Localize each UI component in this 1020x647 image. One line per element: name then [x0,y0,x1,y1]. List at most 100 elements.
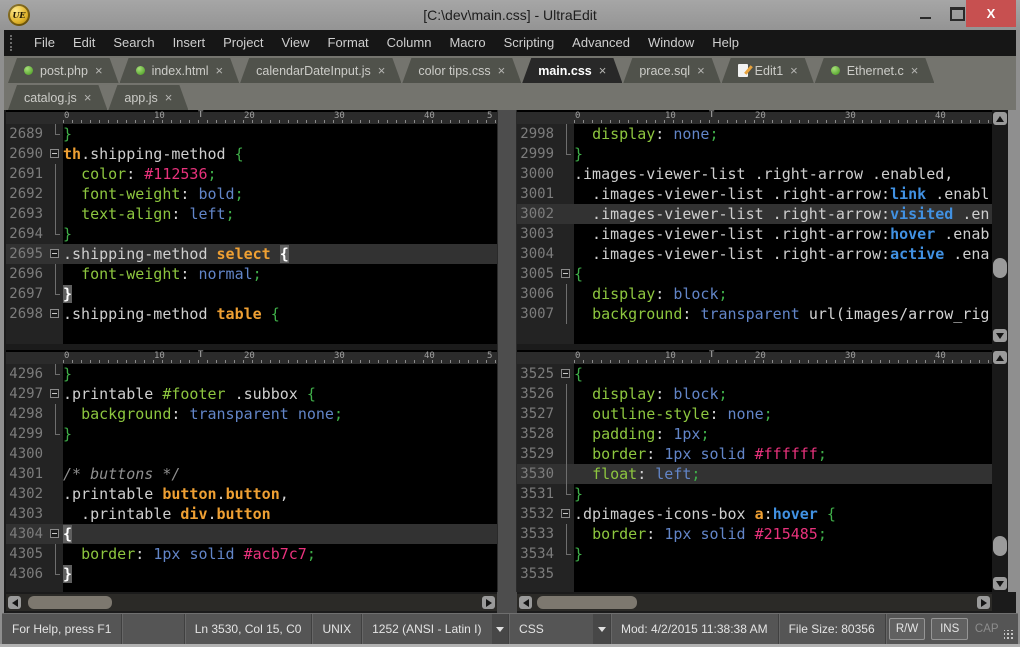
fold-collapse-icon[interactable] [559,364,574,384]
scroll-up-icon-top-pane[interactable] [993,112,1007,125]
tab-main-css[interactable]: main.css× [522,58,622,83]
scroll-left-icon[interactable] [519,596,532,609]
code-line[interactable]: 4302.printable button.button, [6,484,497,504]
horizontal-scrollbar-left-pane[interactable] [6,594,497,611]
vertical-splitter[interactable] [497,110,517,592]
minimize-button[interactable] [914,0,936,27]
menu-item-format[interactable]: Format [319,30,378,56]
read-write-toggle[interactable]: R/W [889,618,926,640]
menu-item-search[interactable]: Search [104,30,163,56]
code-line[interactable]: 4305 border: 1px solid #acb7c7; [6,544,497,564]
tab-close-icon[interactable]: × [790,66,798,76]
code-line[interactable]: 3530 float: left; [517,464,992,484]
horizontal-scroll-thumb[interactable] [537,596,637,609]
fold-collapse-icon[interactable] [48,144,63,164]
code-line[interactable]: 2697} [6,284,497,304]
code-line[interactable]: 2998 display: none; [517,124,992,144]
tab-close-icon[interactable]: × [84,93,92,103]
maximize-button[interactable] [946,0,968,27]
tab-app-js[interactable]: app.js× [108,85,188,110]
code-line[interactable]: 3000.images-viewer-list .right-arrow .en… [517,164,992,184]
code-line[interactable]: 3526 display: block; [517,384,992,404]
horizontal-scrollbar-right-pane[interactable] [517,594,992,611]
resize-grip-icon[interactable] [1002,614,1018,644]
menu-item-macro[interactable]: Macro [440,30,494,56]
code-line[interactable]: 2698.shipping-method table { [6,304,497,324]
code-line[interactable]: 2691 color: #112536; [6,164,497,184]
code-line[interactable]: 3531} [517,484,992,504]
editor-pane-top-right[interactable]: 010203040T2998 display: none;2999}3000.i… [517,110,992,344]
scroll-left-icon[interactable] [8,596,21,609]
tab-index-html[interactable]: index.html× [120,58,240,83]
menu-item-scripting[interactable]: Scripting [495,30,564,56]
code-line[interactable]: 2692 font-weight: bold; [6,184,497,204]
close-button[interactable]: X [966,0,1016,27]
editor-pane-bottom-left[interactable]: 0102030405T4296}4297.printable #footer .… [6,350,497,592]
tab-close-icon[interactable]: × [95,66,103,76]
tab-color-tips-css[interactable]: color tips.css× [402,58,521,83]
code-line[interactable]: 4306} [6,564,497,584]
tab-edit1[interactable]: Edit1× [722,58,814,83]
code-line[interactable]: 4299} [6,424,497,444]
code-line[interactable]: 4296} [6,364,497,384]
code-line[interactable]: 3005{ [517,264,992,284]
menu-item-window[interactable]: Window [639,30,703,56]
editor-pane-bottom-right[interactable]: 010203040T3525{3526 display: block;3527 … [517,350,992,592]
code-line[interactable]: 3007 background: transparent url(images/… [517,304,992,324]
code-line[interactable]: 3004 .images-viewer-list .right-arrow:ac… [517,244,992,264]
syntax-dropdown-icon[interactable] [593,614,611,644]
code-line[interactable]: 2999} [517,144,992,164]
fold-collapse-icon[interactable] [559,264,574,284]
code-line[interactable]: 4303 .printable div.button [6,504,497,524]
tab-post-php[interactable]: post.php× [8,58,119,83]
editor-pane-top-left[interactable]: 0102030405T2689}2690th.shipping-method {… [6,110,497,344]
fold-collapse-icon[interactable] [48,384,63,404]
tab-close-icon[interactable]: × [165,93,173,103]
fold-collapse-icon[interactable] [48,304,63,324]
code-line[interactable]: 3527 outline-style: none; [517,404,992,424]
menu-item-view[interactable]: View [273,30,319,56]
code-line[interactable]: 3532.dpimages-icons-box a:hover { [517,504,992,524]
insert-mode-toggle[interactable]: INS [931,618,968,640]
code-line[interactable]: 3002 .images-viewer-list .right-arrow:vi… [517,204,992,224]
code-line[interactable]: 3533 border: 1px solid #215485; [517,524,992,544]
tab-close-icon[interactable]: × [498,66,506,76]
code-line[interactable]: 2695.shipping-method select { [6,244,497,264]
code-line[interactable]: 3525{ [517,364,992,384]
scroll-down-icon-bottom-pane[interactable] [993,577,1007,590]
scroll-up-icon-bottom-pane[interactable] [993,351,1007,364]
code-line[interactable]: 2696 font-weight: normal; [6,264,497,284]
code-line[interactable]: 2693 text-align: left; [6,204,497,224]
encoding-dropdown-icon[interactable] [492,614,510,644]
tab-ethernet-c[interactable]: Ethernet.c× [815,58,935,83]
code-line[interactable]: 2689} [6,124,497,144]
code-line[interactable]: 3006 display: block; [517,284,992,304]
tab-close-icon[interactable]: × [911,66,919,76]
scroll-right-icon[interactable] [482,596,495,609]
scroll-down-icon-top-pane[interactable] [993,329,1007,342]
tab-prace-sql[interactable]: prace.sql× [623,58,720,83]
code-line[interactable]: 4300 [6,444,497,464]
code-line[interactable]: 3535 [517,564,992,584]
vertical-scroll-thumb-top-pane[interactable] [993,258,1007,278]
menu-item-edit[interactable]: Edit [64,30,104,56]
horizontal-scroll-thumb[interactable] [28,596,112,609]
tab-catalog-js[interactable]: catalog.js× [8,85,107,110]
menu-item-advanced[interactable]: Advanced [563,30,639,56]
code-line[interactable]: 2690th.shipping-method { [6,144,497,164]
tab-close-icon[interactable]: × [697,66,705,76]
menu-item-insert[interactable]: Insert [164,30,215,56]
code-line[interactable]: 3529 border: 1px solid #ffffff; [517,444,992,464]
menu-drag-handle-icon[interactable] [10,35,15,51]
code-line[interactable]: 4297.printable #footer .subbox { [6,384,497,404]
scroll-right-icon[interactable] [977,596,990,609]
fold-collapse-icon[interactable] [559,504,574,524]
tab-calendardateinput-js[interactable]: calendarDateInput.js× [240,58,401,83]
menu-item-file[interactable]: File [25,30,64,56]
vertical-scroll-thumb-bottom-pane[interactable] [993,536,1007,556]
code-line[interactable]: 4298 background: transparent none; [6,404,497,424]
code-line[interactable]: 2694} [6,224,497,244]
code-line[interactable]: 3003 .images-viewer-list .right-arrow:ho… [517,224,992,244]
menu-item-column[interactable]: Column [378,30,441,56]
code-line[interactable]: 4301/* buttons */ [6,464,497,484]
